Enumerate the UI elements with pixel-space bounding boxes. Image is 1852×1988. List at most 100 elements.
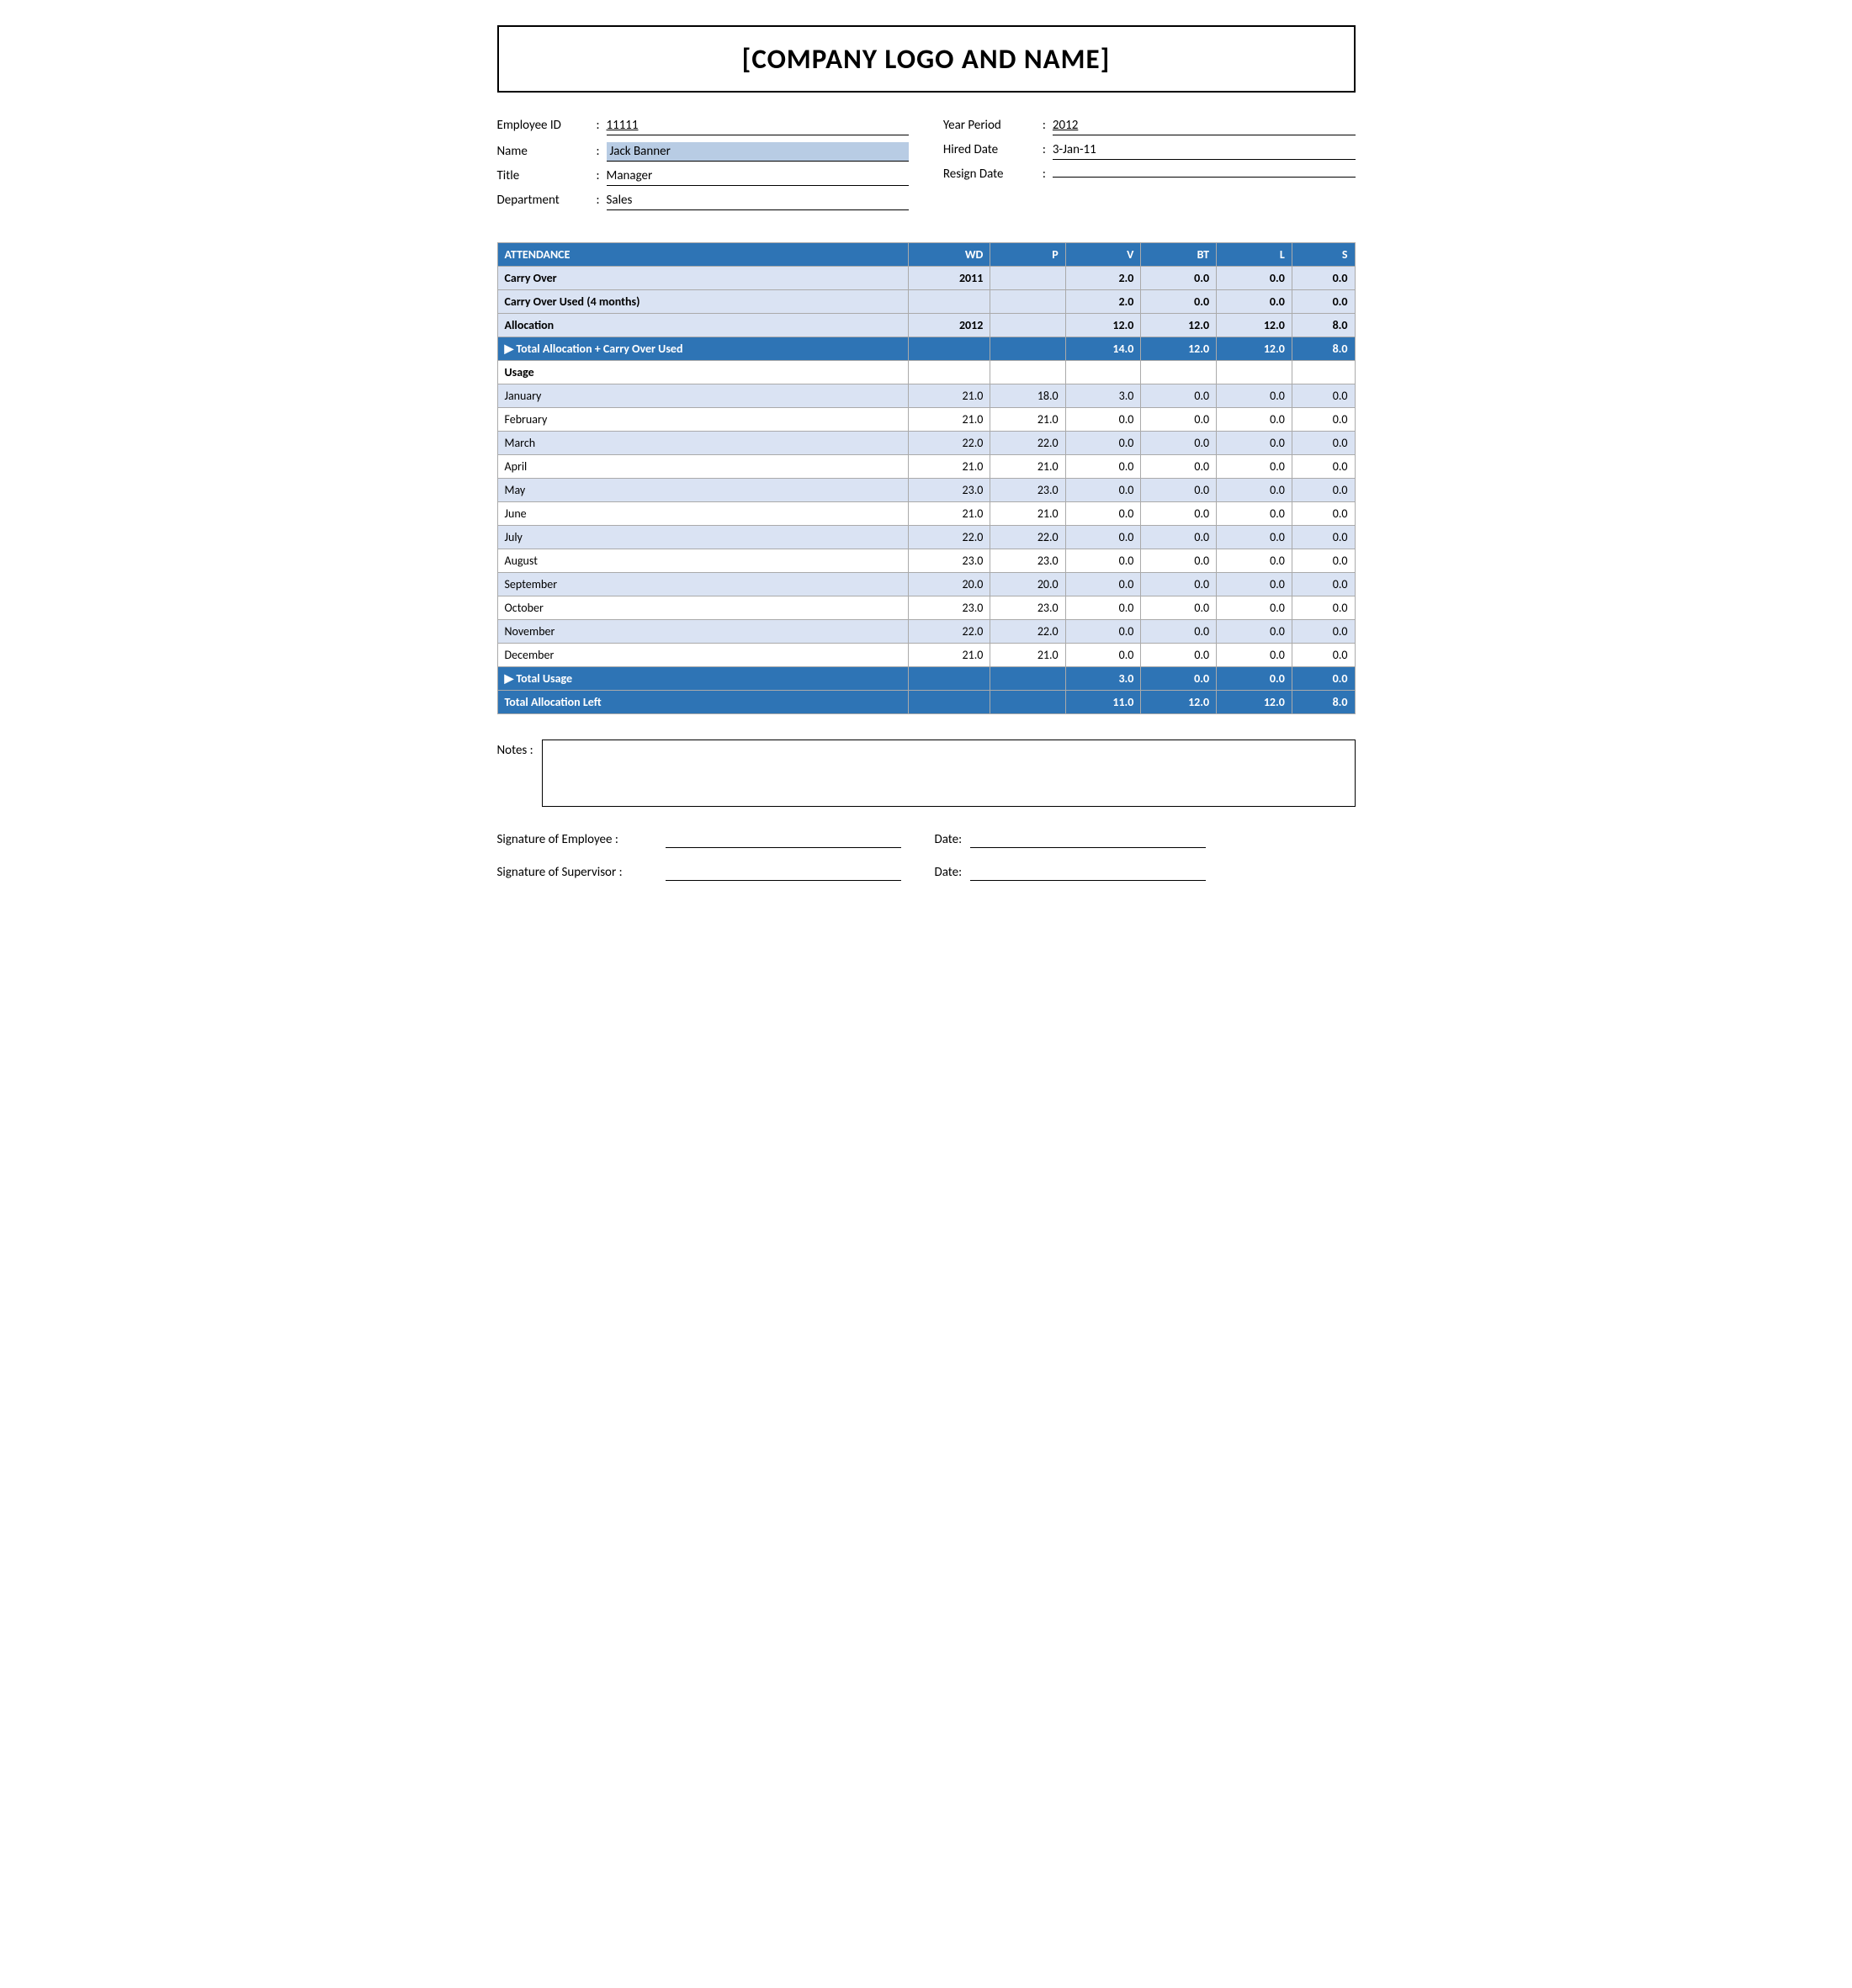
table-cell <box>990 290 1065 314</box>
info-colon: : <box>1036 118 1053 133</box>
table-row: November22.022.00.00.00.00.0 <box>497 620 1355 644</box>
table-cell: 12.0 <box>1141 314 1217 337</box>
table-cell: 8.0 <box>1292 691 1355 714</box>
table-cell: 3.0 <box>1065 667 1141 691</box>
table-cell <box>1065 361 1141 384</box>
table-row: Total Allocation Left11.012.012.08.0 <box>497 691 1355 714</box>
notes-box[interactable] <box>542 740 1356 807</box>
table-cell: 23.0 <box>909 596 990 620</box>
table-cell: 0.0 <box>1217 644 1292 667</box>
info-row: Resign Date: <box>943 167 1356 182</box>
table-cell: 0.0 <box>1141 455 1217 479</box>
table-cell: 0.0 <box>1141 384 1217 408</box>
table-cell <box>1292 361 1355 384</box>
table-cell: 3.0 <box>1065 384 1141 408</box>
table-cell: 12.0 <box>1141 337 1217 361</box>
table-cell: 0.0 <box>1292 573 1355 596</box>
notes-section: Notes : <box>497 740 1356 807</box>
table-cell: February <box>497 408 909 432</box>
table-cell: 21.0 <box>990 408 1065 432</box>
table-cell: 22.0 <box>990 526 1065 549</box>
table-cell <box>990 667 1065 691</box>
table-cell: 2012 <box>909 314 990 337</box>
table-cell <box>909 667 990 691</box>
table-cell: 0.0 <box>1217 526 1292 549</box>
table-cell: 0.0 <box>1141 432 1217 455</box>
table-cell: 8.0 <box>1292 314 1355 337</box>
table-cell: 21.0 <box>909 384 990 408</box>
table-cell: 0.0 <box>1292 432 1355 455</box>
table-cell: September <box>497 573 909 596</box>
table-cell: 0.0 <box>1217 502 1292 526</box>
table-cell: 0.0 <box>1141 644 1217 667</box>
table-row: Usage <box>497 361 1355 384</box>
table-cell: 11.0 <box>1065 691 1141 714</box>
table-cell: 0.0 <box>1217 479 1292 502</box>
table-cell: 0.0 <box>1065 596 1141 620</box>
table-col-header: S <box>1292 243 1355 267</box>
table-col-header: BT <box>1141 243 1217 267</box>
date-line <box>970 865 1206 881</box>
info-row: Name:Jack Banner <box>497 142 910 162</box>
table-cell: 0.0 <box>1141 502 1217 526</box>
info-label: Resign Date <box>943 167 1036 182</box>
info-row: Hired Date:3-Jan-11 <box>943 142 1356 160</box>
table-cell: 0.0 <box>1217 596 1292 620</box>
notes-label: Notes : <box>497 743 533 758</box>
info-row: Title:Manager <box>497 168 910 186</box>
table-cell: 0.0 <box>1292 384 1355 408</box>
signature-line <box>666 865 901 881</box>
table-cell: 0.0 <box>1141 267 1217 290</box>
table-cell: 0.0 <box>1141 408 1217 432</box>
info-value: 3-Jan-11 <box>1053 142 1356 160</box>
table-col-header: V <box>1065 243 1141 267</box>
table-col-header: WD <box>909 243 990 267</box>
table-cell: 0.0 <box>1217 384 1292 408</box>
info-value <box>1053 175 1356 178</box>
table-cell: 22.0 <box>909 526 990 549</box>
info-row: Year Period:2012 <box>943 118 1356 135</box>
table-cell: 12.0 <box>1217 691 1292 714</box>
table-cell: 2.0 <box>1065 267 1141 290</box>
table-cell: 0.0 <box>1217 455 1292 479</box>
info-value: 11111 <box>607 118 910 135</box>
table-cell: 0.0 <box>1141 290 1217 314</box>
table-cell: 22.0 <box>990 432 1065 455</box>
signature-label: Signature of Supervisor : <box>497 865 666 880</box>
signature-line <box>666 832 901 848</box>
table-cell: 23.0 <box>909 479 990 502</box>
table-cell: 0.0 <box>1292 620 1355 644</box>
table-cell: December <box>497 644 909 667</box>
info-value: Sales <box>607 193 910 210</box>
table-cell: 0.0 <box>1141 479 1217 502</box>
table-cell: March <box>497 432 909 455</box>
table-cell: Carry Over Used (4 months) <box>497 290 909 314</box>
table-row: December21.021.00.00.00.00.0 <box>497 644 1355 667</box>
table-header: ATTENDANCEWDPVBTLS <box>497 243 1355 267</box>
table-cell: 0.0 <box>1292 455 1355 479</box>
info-left: Employee ID:11111Name:Jack BannerTitle:M… <box>497 118 910 217</box>
table-row: Allocation201212.012.012.08.0 <box>497 314 1355 337</box>
date-label: Date: <box>935 832 963 847</box>
table-cell: 20.0 <box>990 573 1065 596</box>
table-cell: 0.0 <box>1292 667 1355 691</box>
company-title: [COMPANY LOGO AND NAME] <box>507 42 1345 76</box>
date-line <box>970 832 1206 848</box>
table-row: ▶ Total Usage3.00.00.00.0 <box>497 667 1355 691</box>
table-cell: 0.0 <box>1141 573 1217 596</box>
info-colon: : <box>1036 142 1053 157</box>
table-row: January21.018.03.00.00.00.0 <box>497 384 1355 408</box>
info-value: Manager <box>607 168 910 186</box>
table-cell: 0.0 <box>1217 549 1292 573</box>
table-cell: 0.0 <box>1141 667 1217 691</box>
table-cell: 12.0 <box>1065 314 1141 337</box>
table-cell: 21.0 <box>909 502 990 526</box>
table-cell: 22.0 <box>909 620 990 644</box>
table-col-header: L <box>1217 243 1292 267</box>
table-col-header: P <box>990 243 1065 267</box>
table-row: April21.021.00.00.00.00.0 <box>497 455 1355 479</box>
table-col-header: ATTENDANCE <box>497 243 909 267</box>
table-cell: 0.0 <box>1141 596 1217 620</box>
table-cell: 0.0 <box>1141 620 1217 644</box>
table-row: June21.021.00.00.00.00.0 <box>497 502 1355 526</box>
